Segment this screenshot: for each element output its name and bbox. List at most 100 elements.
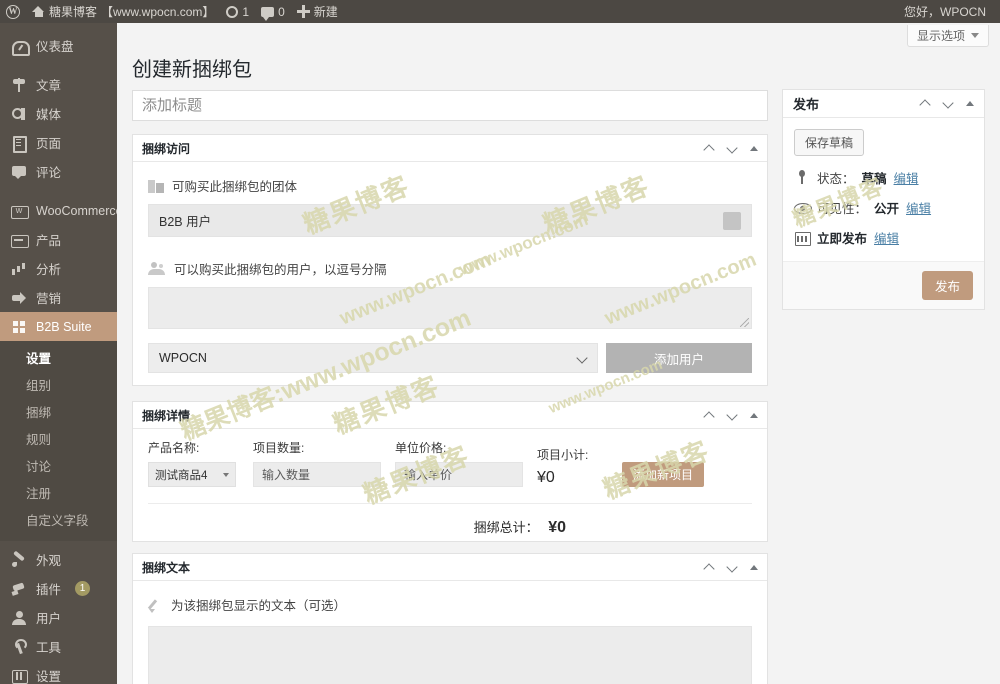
move-down-icon[interactable] bbox=[727, 143, 738, 154]
sidebar-item-comments[interactable]: 评论 bbox=[0, 157, 117, 186]
subtotal-value: ¥0 bbox=[537, 469, 555, 486]
sidebar-item-label: WooCommerce bbox=[36, 203, 117, 218]
panel-title: 捆绑访问 bbox=[142, 141, 191, 156]
sidebar-item-analytics[interactable]: 分析 bbox=[0, 254, 117, 283]
calendar-icon bbox=[794, 230, 811, 246]
comments-button[interactable]: 0 bbox=[255, 0, 291, 23]
schedule-label: 立即发布 bbox=[817, 232, 868, 246]
save-draft-button[interactable]: 保存草稿 bbox=[794, 129, 865, 156]
page-icon bbox=[11, 135, 27, 153]
site-url-label: 【www.wpocn.com】 bbox=[101, 5, 215, 19]
post-icon bbox=[11, 77, 27, 93]
toggle-panel-icon[interactable] bbox=[966, 101, 974, 106]
sidebar-item-dashboard[interactable]: 仪表盘 bbox=[0, 31, 117, 60]
comment-bubble-icon bbox=[261, 6, 275, 21]
subtotal-label: 项目小计: bbox=[537, 448, 589, 462]
eye-icon bbox=[794, 200, 812, 215]
move-down-icon[interactable] bbox=[727, 410, 738, 421]
sidebar-item-woocommerce[interactable]: WooCommerce bbox=[0, 196, 117, 225]
publish-box: 发布 保存草稿 状态： 草稿 编辑 可见性： 公开 编辑 立即发布 编辑 发布 bbox=[782, 89, 985, 310]
sidebar-item-b2b-suite[interactable]: B2B Suite bbox=[0, 312, 117, 341]
edit-status-link[interactable]: 编辑 bbox=[894, 168, 919, 187]
sidebar-item-label: 工具 bbox=[36, 641, 62, 655]
panel-title: 捆绑详情 bbox=[142, 408, 191, 423]
submenu-item-discussion[interactable]: 讨论 bbox=[0, 452, 117, 479]
wordpress-logo-button[interactable] bbox=[0, 0, 26, 23]
panel-title: 发布 bbox=[793, 97, 820, 112]
plus-icon bbox=[296, 5, 310, 18]
submenu-item-settings[interactable]: 设置 bbox=[0, 344, 117, 371]
edit-visibility-link[interactable]: 编辑 bbox=[906, 198, 931, 217]
sidebar-item-users[interactable]: 用户 bbox=[0, 603, 117, 632]
submenu-item-groups[interactable]: 组别 bbox=[0, 371, 117, 398]
publish-box-footer: 发布 bbox=[783, 261, 984, 309]
user-select[interactable]: WPOCN bbox=[148, 343, 598, 373]
post-title-input[interactable] bbox=[132, 90, 768, 121]
move-up-icon[interactable] bbox=[704, 562, 715, 573]
chevron-down-icon bbox=[223, 472, 229, 477]
product-name-select[interactable]: 测试商品4 bbox=[148, 462, 236, 487]
updates-button[interactable]: 1 bbox=[220, 0, 255, 23]
group-select-row[interactable]: B2B 用户 bbox=[148, 204, 752, 237]
move-up-icon[interactable] bbox=[920, 98, 931, 109]
submenu-item-custom-fields[interactable]: 自定义字段 bbox=[0, 506, 117, 533]
admin-bar: 糖果博客 【www.wpocn.com】 1 0 新建 您好，WPOCN bbox=[0, 0, 1000, 23]
plugins-icon bbox=[11, 581, 27, 597]
new-content-button[interactable]: 新建 bbox=[291, 0, 344, 23]
screen-options-button[interactable]: 显示选项 bbox=[906, 25, 989, 47]
publish-box-header: 发布 bbox=[783, 90, 984, 118]
toggle-panel-icon[interactable] bbox=[750, 412, 758, 418]
chevron-down-icon bbox=[971, 33, 979, 38]
plugins-update-badge: 1 bbox=[75, 581, 91, 596]
building-icon bbox=[148, 178, 164, 193]
users-label-text: 可以购买此捆绑包的用户，以逗号分隔 bbox=[174, 263, 387, 277]
sidebar-item-media[interactable]: 媒体 bbox=[0, 99, 117, 128]
account-menu[interactable]: 您好，WPOCN bbox=[904, 3, 1000, 20]
unit-price-input[interactable] bbox=[395, 462, 523, 487]
toggle-panel-icon[interactable] bbox=[750, 145, 758, 151]
sidebar-item-plugins[interactable]: 插件 1 bbox=[0, 574, 117, 603]
media-icon bbox=[11, 106, 27, 122]
site-name-label: 糖果博客 bbox=[49, 5, 98, 19]
sidebar-item-appearance[interactable]: 外观 bbox=[0, 545, 117, 574]
post-schedule-row: 立即发布 编辑 bbox=[794, 228, 973, 247]
admin-sidebar: 仪表盘 文章 媒体 页面 评论 WooCommerce 产品 bbox=[0, 23, 117, 684]
bundle-text-panel: 捆绑文本 为该捆绑包显示的文本（可选） bbox=[132, 553, 768, 684]
quantity-input[interactable] bbox=[253, 462, 381, 487]
edit-schedule-link[interactable]: 编辑 bbox=[874, 228, 899, 247]
group-checkbox[interactable] bbox=[723, 211, 741, 230]
submenu-item-rules[interactable]: 规则 bbox=[0, 425, 117, 452]
comment-icon bbox=[11, 164, 27, 180]
updates-count: 1 bbox=[242, 4, 250, 19]
marketing-icon bbox=[11, 290, 27, 306]
sidebar-item-tools[interactable]: 工具 bbox=[0, 632, 117, 661]
move-up-icon[interactable] bbox=[704, 143, 715, 154]
bundle-access-panel-body: 可购买此捆绑包的团体 B2B 用户 可以购买此捆绑包的用户，以逗号分隔 WPOC… bbox=[133, 162, 767, 389]
sidebar-item-label: 分析 bbox=[36, 263, 62, 277]
sidebar-item-pages[interactable]: 页面 bbox=[0, 128, 117, 157]
user-select-value: WPOCN bbox=[159, 351, 207, 365]
add-user-button[interactable]: 添加用户 bbox=[606, 343, 752, 373]
toggle-panel-icon[interactable] bbox=[750, 564, 758, 570]
publish-button[interactable]: 发布 bbox=[921, 271, 973, 300]
move-up-icon[interactable] bbox=[704, 410, 715, 421]
bundle-access-panel: 捆绑访问 可购买此捆绑包的团体 B2B 用户 可以购买此捆绑包的用户，以逗号分隔… bbox=[132, 134, 768, 386]
bundle-text-textarea[interactable] bbox=[148, 626, 752, 684]
settings-icon bbox=[11, 668, 28, 684]
submenu-item-bundles[interactable]: 捆绑 bbox=[0, 398, 117, 425]
resize-grip-icon[interactable] bbox=[740, 318, 749, 327]
add-item-button[interactable]: 添加新项目 bbox=[622, 462, 705, 487]
bundle-text-description: 为该捆绑包显示的文本（可选） bbox=[171, 599, 347, 613]
sidebar-item-marketing[interactable]: 营销 bbox=[0, 283, 117, 312]
move-down-icon[interactable] bbox=[943, 98, 954, 109]
sidebar-item-products[interactable]: 产品 bbox=[0, 225, 117, 254]
move-down-icon[interactable] bbox=[727, 562, 738, 573]
site-name-menu[interactable]: 糖果博客 【www.wpocn.com】 bbox=[26, 0, 220, 23]
bundle-text-panel-body: 为该捆绑包显示的文本（可选） bbox=[133, 581, 767, 684]
sidebar-item-settings[interactable]: 设置 bbox=[0, 661, 117, 684]
bundle-total-row: 捆绑总计： ¥0 bbox=[148, 503, 752, 537]
sidebar-item-posts[interactable]: 文章 bbox=[0, 70, 117, 99]
unit-price-label: 单位价格: bbox=[395, 441, 447, 455]
submenu-item-registration[interactable]: 注册 bbox=[0, 479, 117, 506]
users-textarea[interactable] bbox=[148, 287, 752, 329]
